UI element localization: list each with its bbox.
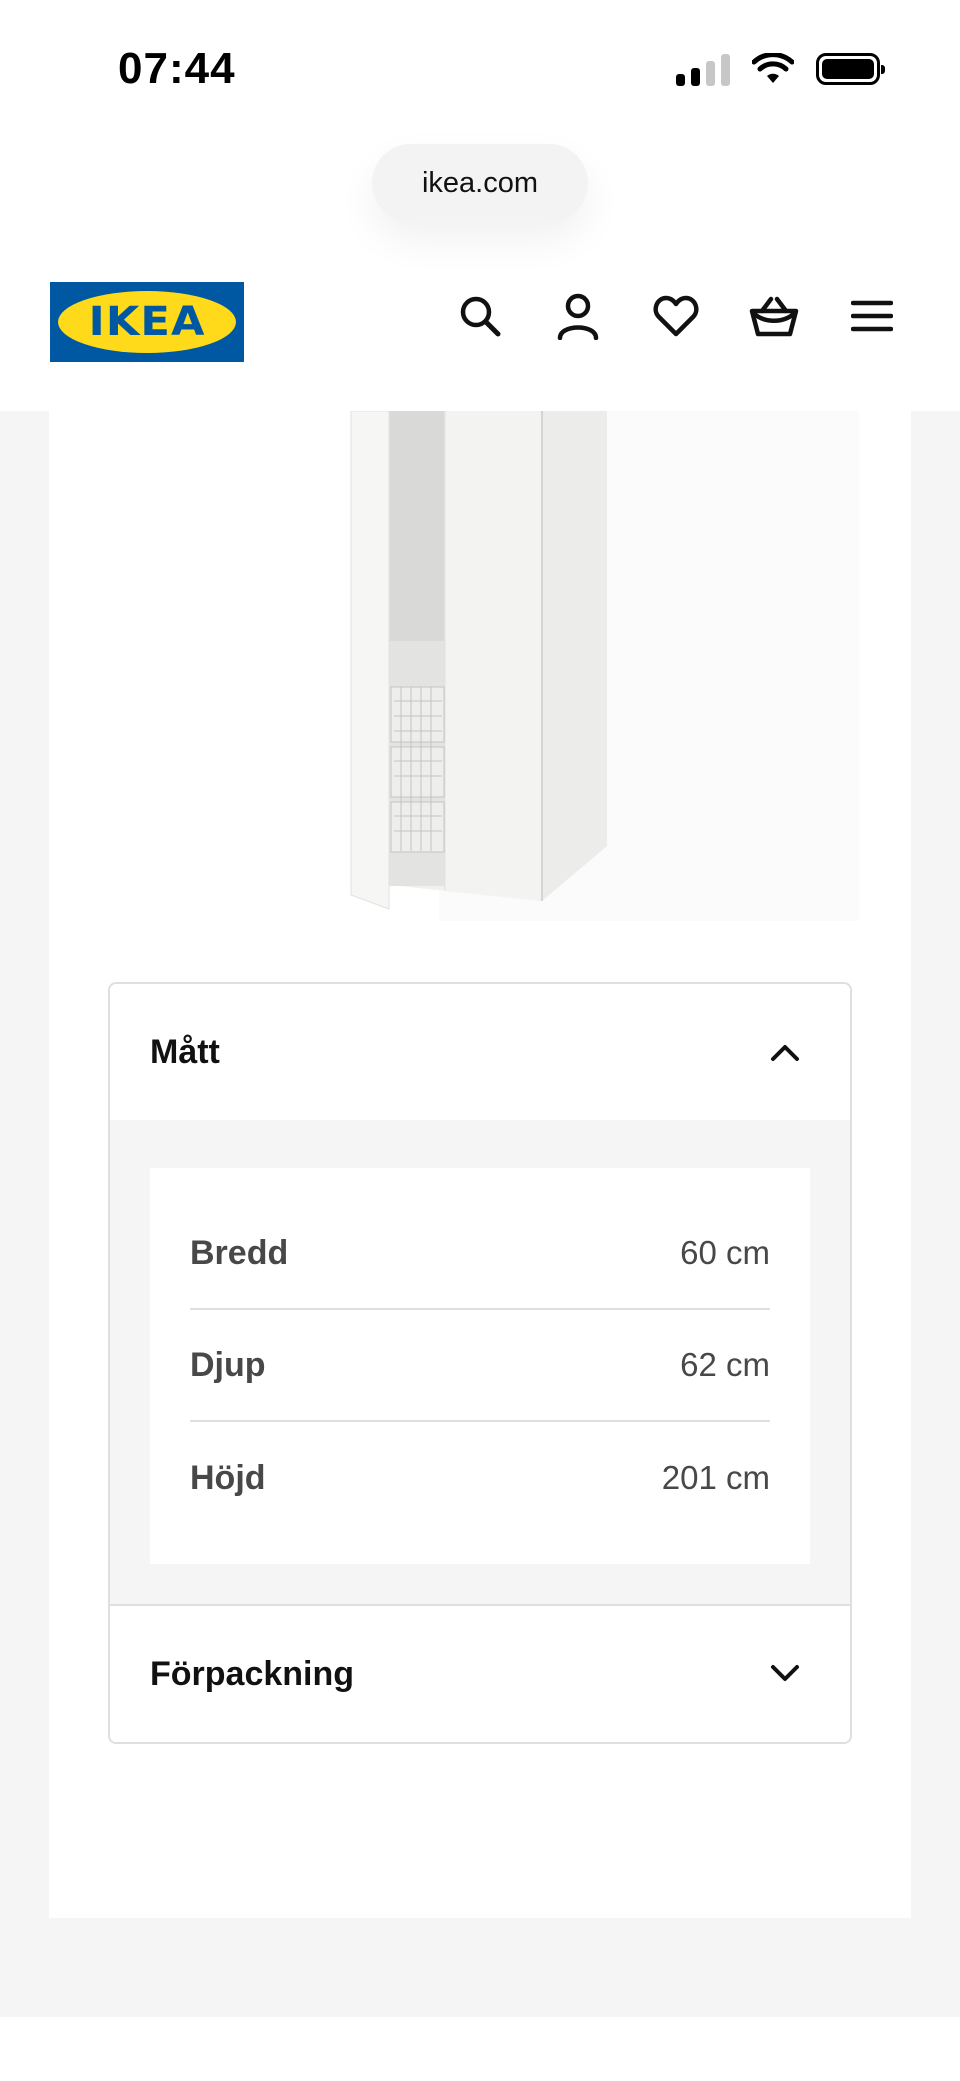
dimension-row-depth: Djup 62 cm <box>190 1310 770 1422</box>
product-image <box>49 410 911 921</box>
dimension-label: Djup <box>190 1345 266 1384</box>
browser-url-area: ikea.com <box>0 140 960 270</box>
dimensions-panel: Bredd 60 cm Djup 62 cm Höjd 201 cm <box>110 1120 850 1604</box>
packaging-title: Förpackning <box>150 1654 355 1693</box>
ikea-logo[interactable]: IKEA <box>50 282 244 362</box>
chevron-up-icon <box>771 1045 799 1061</box>
footer-strip <box>0 2017 960 2081</box>
battery-icon <box>816 53 885 85</box>
search-icon[interactable] <box>454 290 506 342</box>
dimensions-accordion-header[interactable]: Mått <box>110 984 850 1120</box>
header-icons <box>454 290 898 342</box>
packaging-accordion-header[interactable]: Förpackning <box>110 1606 850 1742</box>
dimension-label: Höjd <box>190 1458 266 1497</box>
dimension-row-height: Höjd 201 cm <box>190 1422 770 1534</box>
logo-text: IKEA <box>88 299 206 345</box>
status-time: 07:44 <box>118 44 236 93</box>
dimension-value: 201 cm <box>661 1459 770 1496</box>
dimension-label: Bredd <box>190 1233 289 1272</box>
account-icon[interactable] <box>552 290 604 342</box>
product-info-accordion: Mått Bredd 60 cm Djup 62 cm Höjd 201 cm <box>108 982 852 1744</box>
dimension-value: 60 cm <box>680 1234 770 1271</box>
status-bar: 07:44 <box>0 0 960 140</box>
dimensions-list: Bredd 60 cm Djup 62 cm Höjd 201 cm <box>150 1168 810 1564</box>
basket-icon[interactable] <box>748 290 800 342</box>
url-bar[interactable]: ikea.com <box>372 144 588 222</box>
chevron-down-icon <box>771 1665 799 1681</box>
dimension-value: 62 cm <box>680 1346 770 1383</box>
dimensions-title: Mått <box>150 1032 220 1071</box>
product-details-card: Mått Bredd 60 cm Djup 62 cm Höjd 201 cm <box>49 410 911 1918</box>
wifi-icon <box>752 53 794 83</box>
dimension-row-width: Bredd 60 cm <box>190 1198 770 1310</box>
status-icons <box>676 52 885 86</box>
menu-icon[interactable] <box>846 290 898 342</box>
cellular-signal-icon <box>676 52 730 86</box>
site-header: IKEA <box>0 270 960 411</box>
logo-oval: IKEA <box>58 291 236 353</box>
heart-icon[interactable] <box>650 290 702 342</box>
